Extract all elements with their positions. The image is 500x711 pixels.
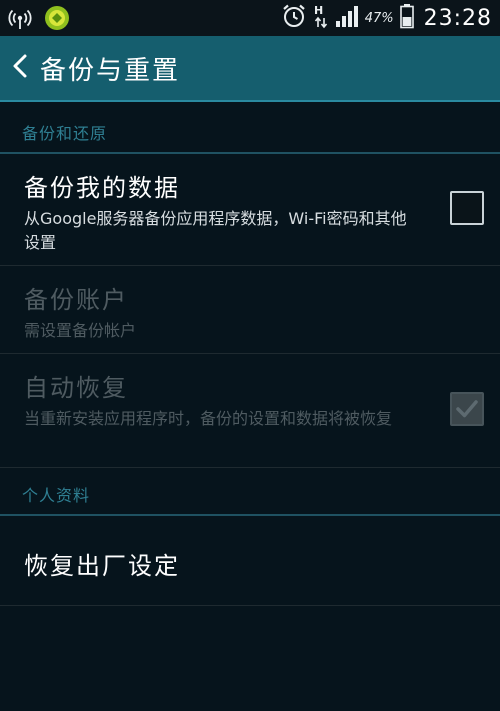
section-header-label: 备份和还原 (22, 124, 108, 143)
page-title: 备份与重置 (40, 55, 181, 86)
app-notification-icon (44, 5, 70, 35)
action-bar: 备份与重置 (0, 36, 500, 102)
battery-percentage: 47% (364, 10, 394, 26)
section-header-backup-restore: 备份和还原 (0, 102, 500, 154)
alarm-icon (281, 3, 307, 33)
svg-text:H: H (314, 4, 323, 17)
auto-restore-checkbox (450, 392, 484, 426)
pref-title: 恢复出厂设定 (24, 552, 180, 580)
backup-account-item: 备份账户 需设置备份帐户 (0, 266, 500, 354)
wireless-broadcast-icon (8, 6, 32, 34)
factory-reset-item[interactable]: 恢复出厂设定 (0, 516, 500, 606)
auto-restore-item: 自动恢复 当重新安装应用程序时，备份的设置和数据将被恢复 (0, 354, 500, 468)
battery-icon (399, 3, 414, 33)
section-header-personal: 个人资料 (0, 468, 500, 516)
hspa-data-icon: H (313, 3, 329, 33)
backup-my-data-checkbox[interactable] (450, 191, 484, 225)
pref-title: 备份账户 (24, 286, 128, 314)
pref-summary: 需设置备份帐户 (24, 321, 137, 340)
pref-summary: 从Google服务器备份应用程序数据，Wi-Fi密码和其他设置 (24, 209, 407, 252)
pref-summary: 当重新安装应用程序时，备份的设置和数据将被恢复 (24, 409, 393, 428)
status-bar: H 47% 23:28 (0, 0, 500, 36)
chevron-left-icon (10, 52, 30, 84)
pref-title: 自动恢复 (24, 374, 128, 402)
section-header-label: 个人资料 (22, 486, 91, 505)
settings-list: 备份和还原 备份我的数据 从Google服务器备份应用程序数据，Wi-Fi密码和… (0, 102, 500, 711)
status-clock: 23:28 (423, 5, 492, 31)
signal-icon (335, 4, 359, 32)
pref-title: 备份我的数据 (24, 174, 180, 202)
back-button[interactable] (0, 36, 40, 100)
backup-my-data-item[interactable]: 备份我的数据 从Google服务器备份应用程序数据，Wi-Fi密码和其他设置 (0, 154, 500, 266)
